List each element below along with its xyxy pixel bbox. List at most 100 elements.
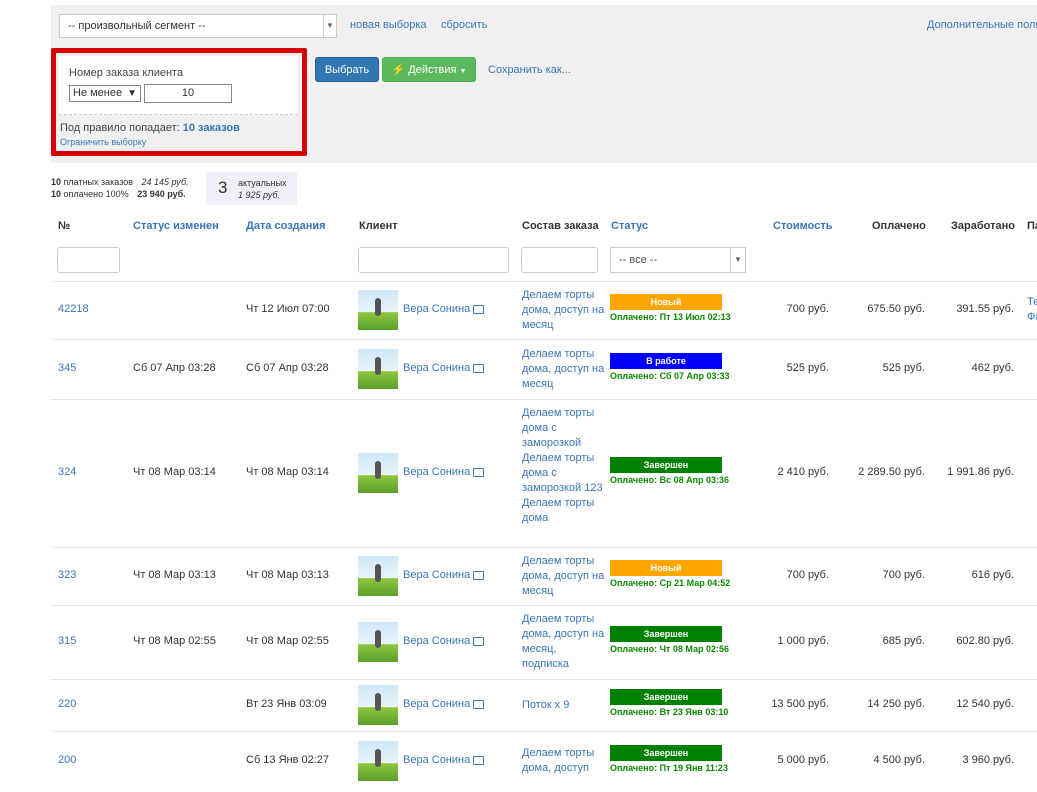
- id-card-icon[interactable]: [473, 304, 485, 314]
- order-paid: 525 руб.: [882, 362, 925, 374]
- status-badge: Завершен: [610, 689, 722, 705]
- id-card-icon[interactable]: [473, 467, 485, 477]
- order-earned: 602.80 руб.: [956, 635, 1014, 647]
- save-as-link[interactable]: Сохранить как...: [488, 64, 571, 76]
- avatar[interactable]: [358, 741, 398, 781]
- paid-date-note: Оплачено: Сб 07 Апр 03:33: [610, 371, 730, 381]
- id-card-icon[interactable]: [473, 636, 485, 646]
- created-date: Чт 08 Мар 03:13: [246, 569, 329, 581]
- segment-select[interactable]: -- произвольный сегмент -- ▼: [59, 14, 337, 38]
- order-number-link[interactable]: 323: [58, 569, 76, 581]
- col-composition: Состав заказа: [522, 220, 599, 232]
- order-earned: 3 960 руб.: [962, 754, 1014, 766]
- client-name-link[interactable]: Вера Сонина: [403, 754, 485, 766]
- status-filter-select[interactable]: -- все -- ▼: [610, 247, 746, 273]
- filter-operator-value: Не менее: [73, 87, 123, 99]
- col-earned: Заработано: [951, 220, 1015, 232]
- avatar-figure: [375, 749, 381, 767]
- order-composition-link[interactable]: Поток х 9: [522, 698, 606, 713]
- client-name: Вера Сонина: [403, 754, 471, 766]
- avatar[interactable]: [358, 453, 398, 493]
- col-status-changed[interactable]: Статус изменен: [133, 220, 219, 232]
- created-date: Чт 08 Мар 02:55: [246, 635, 329, 647]
- avatar-figure: [375, 461, 381, 479]
- actions-button-label: Действия: [408, 64, 457, 76]
- order-composition-link[interactable]: Делаем торты дома, доступ на месяц: [522, 288, 606, 333]
- limit-selection-link[interactable]: Ограничить выборку: [60, 137, 146, 147]
- actions-button[interactable]: ⚡ Действия ▼: [382, 57, 476, 82]
- col-status[interactable]: Статус: [611, 220, 648, 232]
- col-cost[interactable]: Стоимость: [773, 220, 833, 232]
- client-name: Вера Сонина: [403, 362, 471, 374]
- filter-value-input[interactable]: 10: [144, 84, 232, 103]
- order-number-link[interactable]: 324: [58, 466, 76, 478]
- order-number-link[interactable]: 42218: [58, 303, 89, 315]
- order-cost: 2 410 руб.: [777, 466, 829, 478]
- caret-down-icon: ▼: [459, 68, 467, 75]
- status-badge: Завершен: [610, 457, 722, 473]
- order-composition-link[interactable]: Делаем торты дома, доступ на месяц: [522, 347, 606, 392]
- id-card-icon[interactable]: [473, 570, 485, 580]
- filter-operator-select[interactable]: Не менее ▼: [69, 85, 141, 102]
- id-card-icon[interactable]: [473, 699, 485, 709]
- order-composition-link[interactable]: Делаем торты дома, доступ: [522, 746, 606, 776]
- client-name: Вера Сонина: [403, 569, 471, 581]
- paid-orders-sum: 24 145 руб.: [141, 177, 189, 187]
- lightning-icon: ⚡: [391, 64, 406, 76]
- client-name-link[interactable]: Вера Сонина: [403, 303, 485, 315]
- client-name-link[interactable]: Вера Сонина: [403, 698, 485, 710]
- avatar[interactable]: [358, 556, 398, 596]
- client-name-link[interactable]: Вера Сонина: [403, 362, 485, 374]
- chevron-down-icon: ▼: [127, 88, 137, 99]
- rule-match-prefix: Под правило попадает:: [60, 122, 180, 134]
- order-number-link[interactable]: 200: [58, 754, 76, 766]
- paid100-count: 10: [51, 189, 62, 199]
- id-card-icon[interactable]: [473, 363, 485, 373]
- avatar-figure: [375, 357, 381, 375]
- order-paid: 2 289.50 руб.: [858, 466, 925, 478]
- order-earned: 391.55 руб.: [956, 303, 1014, 315]
- client-name: Вера Сонина: [403, 303, 471, 315]
- order-cost: 700 руб.: [786, 303, 829, 315]
- avatar[interactable]: [358, 290, 398, 330]
- composition-filter-input[interactable]: [521, 247, 598, 273]
- actual-orders-box[interactable]: 3 актуальных 1 925 руб.: [206, 172, 297, 205]
- order-cost: 1 000 руб.: [777, 635, 829, 647]
- order-paid: 685 руб.: [882, 635, 925, 647]
- avatar[interactable]: [358, 685, 398, 725]
- order-number-link[interactable]: 315: [58, 635, 76, 647]
- client-name-link[interactable]: Вера Сонина: [403, 569, 485, 581]
- avatar[interactable]: [358, 349, 398, 389]
- partner-link[interactable]: Те Фа: [1027, 295, 1037, 325]
- new-selection-link[interactable]: новая выборка: [350, 19, 427, 31]
- client-name-link[interactable]: Вера Сонина: [403, 466, 485, 478]
- rule-match-text: Под правило попадает: 10 заказов: [60, 122, 240, 134]
- filter-rule-box: Номер заказа клиента Не менее ▼ 10: [59, 56, 298, 115]
- order-number-link[interactable]: 345: [58, 362, 76, 374]
- avatar[interactable]: [358, 622, 398, 662]
- client-filter-input[interactable]: [358, 247, 509, 273]
- order-earned: 12 540 руб.: [956, 698, 1014, 710]
- client-name-link[interactable]: Вера Сонина: [403, 635, 485, 647]
- extra-fields-link[interactable]: Дополнительные поля: [927, 19, 1037, 31]
- actual-orders-label-group: актуальных 1 925 руб.: [238, 177, 287, 201]
- order-composition-link[interactable]: Делаем торты дома, доступ на месяц: [522, 554, 606, 599]
- order-cost: 700 руб.: [786, 569, 829, 581]
- id-card-icon[interactable]: [473, 755, 485, 765]
- number-filter-input[interactable]: [57, 247, 120, 273]
- select-button[interactable]: Выбрать: [315, 57, 379, 82]
- avatar-figure: [375, 693, 381, 711]
- reset-link[interactable]: сбросить: [441, 19, 487, 31]
- status-badge: Новый: [610, 560, 722, 576]
- order-composition-link[interactable]: Делаем торты дома, доступ на месяц, подп…: [522, 612, 606, 672]
- order-composition-link[interactable]: Делаем торты дома с заморозкой Делаем то…: [522, 406, 606, 526]
- order-cost: 13 500 руб.: [771, 698, 829, 710]
- order-paid: 14 250 руб.: [867, 698, 925, 710]
- created-date: Вт 23 Янв 03:09: [246, 698, 327, 710]
- chevron-down-icon: ▼: [730, 248, 745, 272]
- order-number-link[interactable]: 220: [58, 698, 76, 710]
- paid-date-note: Оплачено: Вс 08 Апр 03:36: [610, 475, 730, 485]
- col-created[interactable]: Дата создания: [246, 220, 326, 232]
- rule-match-count[interactable]: 10 заказов: [183, 122, 240, 134]
- client-name: Вера Сонина: [403, 466, 471, 478]
